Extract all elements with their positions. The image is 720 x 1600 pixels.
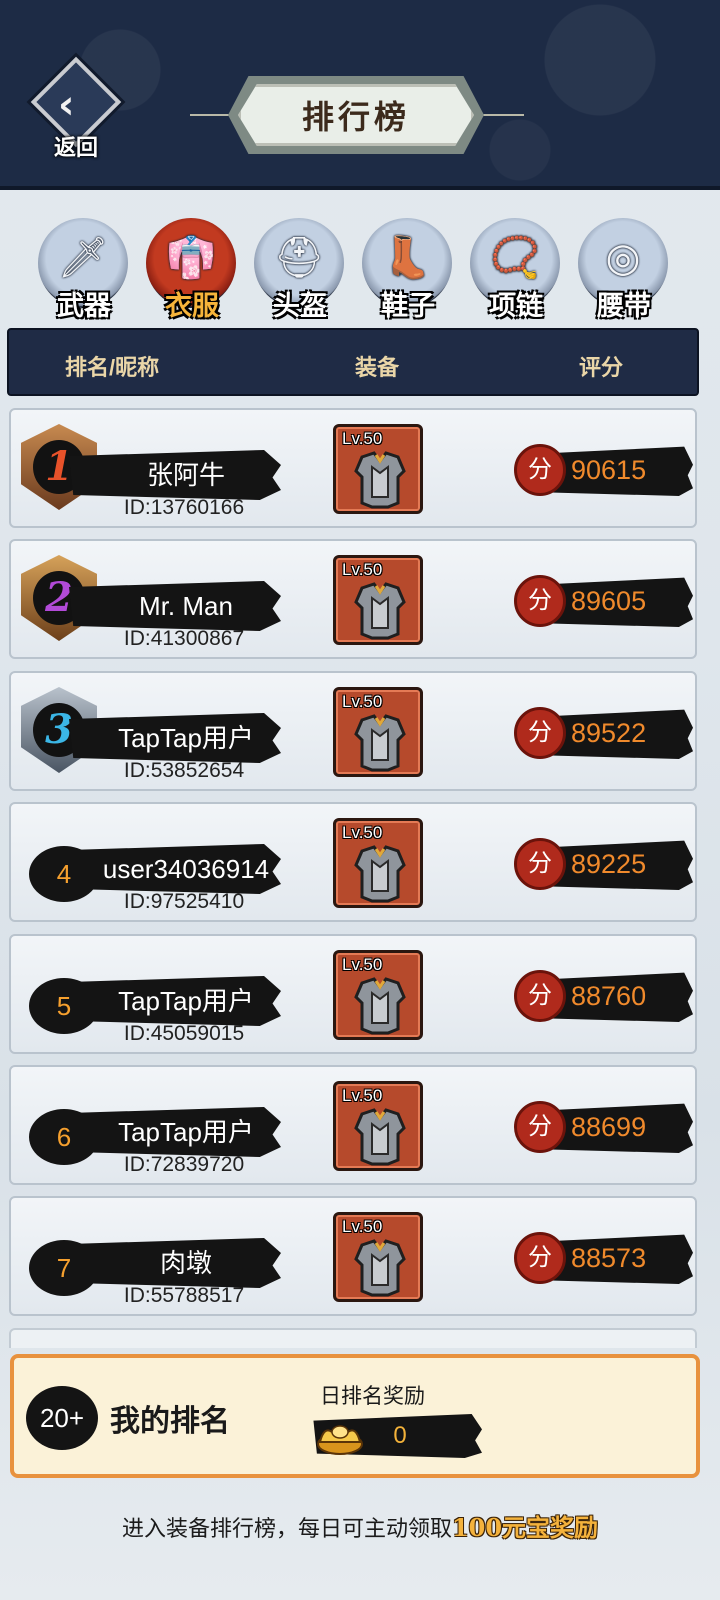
tab-belt[interactable]: ◎ 腰带 — [578, 214, 670, 322]
player-name: 肉墩 — [159, 1248, 212, 1278]
ranking-row[interactable]: 2 Mr. Man ID:41300867 Lv.50 分 89605 — [9, 539, 697, 659]
sword-icon: 🗡 — [57, 235, 109, 281]
tab-necklace[interactable]: 📿 项链 — [470, 214, 562, 322]
player-name: TapTap用户 — [118, 723, 254, 753]
tab-helmet[interactable]: ⛑ 头盔 — [254, 214, 346, 322]
footer-highlight: 100元宝奖励 — [451, 1513, 599, 1542]
player-id: ID:13760166 — [123, 496, 245, 519]
equipment-slot[interactable]: Lv.50 — [333, 555, 423, 645]
player-name: TapTap用户 — [118, 1117, 254, 1147]
equipment-slot[interactable]: Lv.50 — [333, 1081, 423, 1171]
player-name: TapTap用户 — [118, 986, 254, 1016]
player-id: ID:55788517 — [123, 1284, 245, 1307]
player-id: ID:45059015 — [123, 1022, 245, 1045]
ranking-row[interactable]: 4 user34036914 ID:97525410 Lv.50 分 89225 — [9, 802, 697, 922]
tab-shoes[interactable]: 👢 鞋子 — [362, 214, 454, 322]
player-name: user34036914 — [102, 854, 270, 884]
score-chip: 分 — [514, 1101, 566, 1153]
equipment-level: Lv.50 — [342, 429, 383, 448]
score-value: 89605 — [571, 586, 647, 616]
armor-icon — [354, 1108, 406, 1166]
ranking-row[interactable]: 5 TapTap用户 ID:45059015 Lv.50 分 88760 — [9, 934, 697, 1054]
column-score: 评分 — [579, 355, 624, 380]
top-bar: ‹ 返回 排行榜 — [0, 0, 720, 190]
tab-label: 鞋子 — [381, 291, 435, 322]
tab-weapon[interactable]: 🗡 武器 — [38, 214, 130, 322]
score-value: 88573 — [571, 1243, 647, 1273]
ranking-row[interactable]: 3 TapTap用户 ID:53852654 Lv.50 分 89522 — [9, 671, 697, 791]
back-button-label: 返回 — [53, 135, 98, 161]
score-value: 89225 — [571, 849, 647, 879]
ranking-row-partial[interactable] — [9, 1328, 697, 1348]
page-title: 排行榜 — [301, 98, 410, 136]
ranking-row[interactable]: 1 张阿牛 ID:13760166 Lv.50 分 90615 — [9, 408, 697, 528]
footer-tip: 进入装备排行榜，每日可主动领取100元宝奖励 — [0, 1508, 720, 1543]
score-value: 90615 — [571, 455, 647, 485]
equipment-level: Lv.50 — [342, 1217, 383, 1236]
score-chip: 分 — [514, 838, 566, 890]
column-header: 排名/昵称 装备 评分 — [7, 328, 699, 396]
belt-icon: ◎ — [605, 235, 641, 281]
equipment-level: Lv.50 — [342, 1086, 383, 1105]
ranking-row[interactable]: 6 TapTap用户 ID:72839720 Lv.50 分 88699 — [9, 1065, 697, 1185]
tab-label: 头盔 — [273, 291, 327, 322]
score-value: 88760 — [571, 981, 647, 1011]
equipment-slot[interactable]: Lv.50 — [333, 687, 423, 777]
score-chip: 分 — [514, 707, 566, 759]
tab-clothing[interactable]: 👘 衣服 — [146, 214, 238, 322]
equipment-slot[interactable]: Lv.50 — [333, 1212, 423, 1302]
player-id: ID:53852654 — [123, 759, 245, 782]
category-tabs: 🗡 武器 👘 衣服 ⛑ 头盔 👢 鞋子 📿 项链 ◎ 腰带 — [38, 214, 682, 322]
tab-label: 腰带 — [597, 291, 651, 322]
footer-text: 进入装备排行榜，每日可主动领取 — [121, 1517, 452, 1542]
armor-icon — [354, 451, 406, 509]
score-chip: 分 — [514, 1232, 566, 1284]
score-chip: 分 — [514, 444, 566, 496]
tab-label: 武器 — [57, 291, 111, 322]
back-button[interactable]: ‹ 返回 — [30, 56, 122, 161]
equipment-slot[interactable]: Lv.50 — [333, 818, 423, 908]
daily-reward-label: 日排名奖励 — [320, 1385, 425, 1408]
equipment-level: Lv.50 — [342, 560, 383, 579]
score-value: 89522 — [571, 718, 647, 748]
column-equipment: 装备 — [355, 355, 400, 380]
equipment-slot[interactable]: Lv.50 — [333, 424, 423, 514]
my-rank-label: 我的排名 — [110, 1404, 230, 1439]
equipment-level: Lv.50 — [342, 955, 383, 974]
equipment-slot[interactable]: Lv.50 — [333, 950, 423, 1040]
tab-label: 衣服 — [165, 291, 219, 322]
equipment-level: Lv.50 — [342, 823, 383, 842]
necklace-icon: 📿 — [490, 235, 540, 281]
armor-icon — [354, 1239, 406, 1297]
player-id: ID:97525410 — [123, 890, 245, 913]
ranking-row[interactable]: 7 肉墩 ID:55788517 Lv.50 分 88573 — [9, 1196, 697, 1316]
daily-reward-value: 0 — [393, 1422, 407, 1449]
armor-icon — [354, 845, 406, 903]
score-chip: 分 — [514, 970, 566, 1022]
equipment-level: Lv.50 — [342, 692, 383, 711]
armor-icon — [354, 714, 406, 772]
my-rank-panel: 20+ 我的排名 日排名奖励 0 — [10, 1354, 700, 1478]
title-plate: 排行榜 — [238, 84, 474, 146]
armor-icon — [354, 977, 406, 1035]
boot-icon: 👢 — [382, 235, 432, 281]
clothing-icon: 👘 — [166, 235, 216, 281]
helmet-icon: ⛑ — [273, 235, 325, 281]
gold-ingot-icon — [317, 1425, 363, 1455]
player-name: 张阿牛 — [146, 460, 225, 490]
score-chip: 分 — [514, 575, 566, 627]
player-id: ID:41300867 — [123, 627, 245, 650]
player-id: ID:72839720 — [123, 1153, 245, 1176]
tab-label: 项链 — [489, 291, 543, 322]
my-rank-badge: 20+ — [26, 1386, 98, 1450]
back-arrow-icon: ‹ — [58, 82, 75, 128]
player-name: Mr. Man — [139, 591, 233, 621]
armor-icon — [354, 582, 406, 640]
column-rank-name: 排名/昵称 — [65, 355, 160, 380]
score-value: 88699 — [571, 1112, 647, 1142]
